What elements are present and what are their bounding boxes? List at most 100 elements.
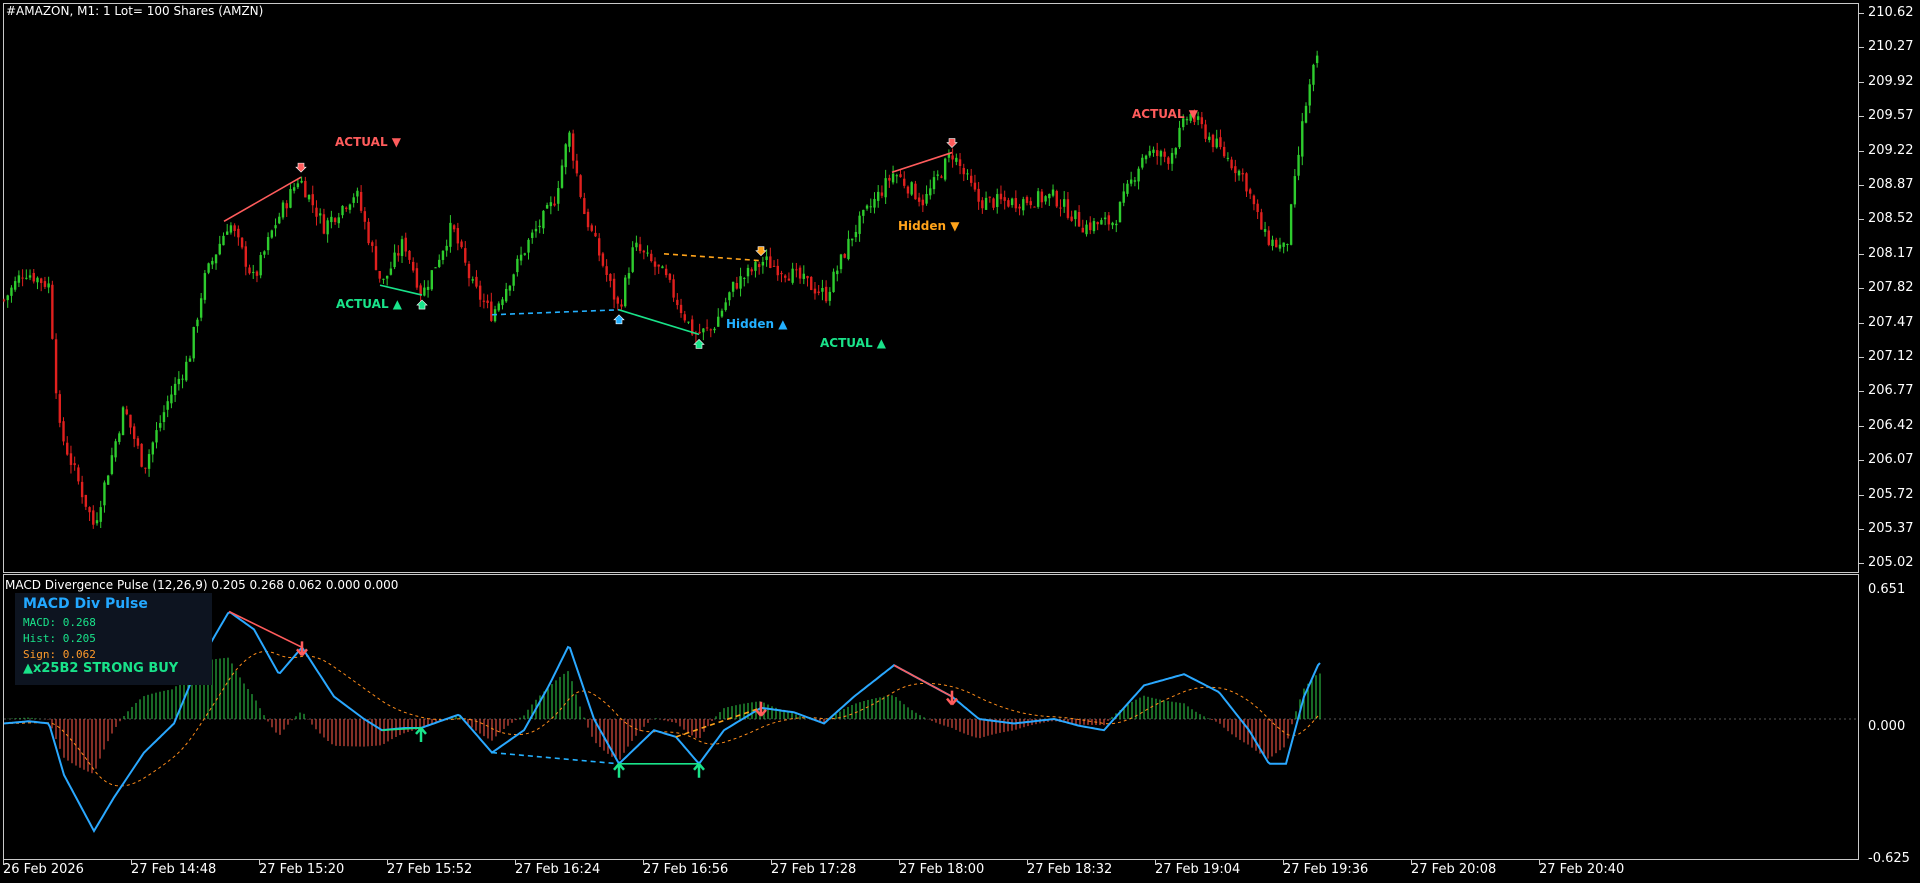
candle-body [601, 253, 605, 266]
candle-body [333, 218, 337, 223]
candle-body [534, 228, 538, 232]
candle-body [661, 266, 664, 269]
candle-body [1022, 199, 1025, 211]
candle-body [921, 199, 925, 206]
candle-body [281, 202, 285, 218]
candle-body [296, 183, 300, 188]
candle-body [62, 421, 65, 442]
candle-body [679, 304, 683, 313]
price-tick-label: 208.87 [1868, 177, 1914, 192]
candle-body [891, 173, 895, 183]
candle-body [278, 216, 281, 224]
price-tick-label: 205.02 [1868, 555, 1914, 571]
candle-body [1289, 204, 1293, 245]
candle-body [456, 228, 460, 244]
candle-body [583, 198, 586, 215]
candle-body [1200, 117, 1204, 125]
price-tick-mark [1859, 425, 1864, 427]
time-tick-label: 27 Feb 17:28 [771, 862, 857, 877]
candle-body [1003, 197, 1006, 201]
candle-body [553, 203, 556, 206]
candle-body [903, 178, 906, 186]
candle-body [672, 279, 675, 298]
buy-arrow-icon [693, 762, 705, 778]
candle-body [274, 225, 277, 229]
candle-body [1222, 146, 1226, 157]
time-tick-mark [1027, 860, 1028, 865]
up-marker-icon [416, 299, 428, 310]
candle-body [545, 205, 549, 209]
candle-body [1111, 222, 1114, 226]
candle-body [1215, 138, 1218, 148]
price-tick-label: 206.77 [1868, 383, 1914, 399]
time-tick-label: 27 Feb 16:56 [643, 862, 729, 877]
candle-body [802, 273, 805, 279]
candle-body [713, 328, 716, 331]
candle-body [471, 279, 474, 281]
candle-body [374, 246, 378, 270]
candle-body [932, 177, 936, 190]
candle-body [1118, 201, 1122, 223]
candle-body [6, 295, 9, 301]
candle-body [1237, 170, 1241, 176]
candle-body [490, 301, 493, 321]
candle-body [304, 180, 307, 198]
candle-body [270, 230, 274, 238]
candle-body [233, 225, 236, 232]
candle-body [702, 328, 705, 333]
candle-body [1260, 212, 1263, 230]
price-tick-mark [1859, 563, 1864, 565]
candle-body [263, 251, 266, 255]
candle-body [501, 299, 504, 306]
candle-body [624, 277, 627, 307]
candle-body [330, 216, 333, 223]
candle-body [1033, 206, 1036, 208]
candle-body [709, 329, 712, 331]
candle-body [1007, 200, 1010, 207]
candle-body [575, 160, 579, 174]
candle-body [772, 265, 776, 267]
candle-body [54, 339, 58, 394]
candle-body [1163, 151, 1166, 157]
divergence-label: ACTUAL ▼ [335, 135, 401, 149]
candle-body [549, 202, 553, 207]
down-marker-icon [295, 162, 307, 173]
candle-body [266, 237, 270, 251]
time-tick-label: 27 Feb 20:40 [1539, 862, 1625, 877]
candle-body [412, 261, 415, 271]
candle-body [798, 267, 802, 279]
candle-body [255, 271, 259, 276]
candle-body [1089, 222, 1092, 231]
candle-body [240, 237, 244, 248]
time-tick-mark [643, 860, 644, 865]
candle-body [2, 299, 6, 301]
candle-body [698, 331, 701, 334]
candle-body [776, 265, 779, 276]
price-tick-mark [1859, 219, 1864, 221]
candle-body [106, 475, 110, 485]
candle-body [854, 231, 858, 238]
candle-body [1051, 189, 1055, 196]
candle-body [505, 288, 508, 302]
candle-body [1115, 223, 1118, 226]
candle-body [177, 378, 181, 385]
candle-body [356, 190, 359, 197]
price-tick-mark [1859, 150, 1864, 152]
candle-body [538, 225, 541, 228]
candle-body [1137, 168, 1140, 182]
price-tick-label: 208.17 [1868, 245, 1914, 261]
divergence-line [491, 309, 620, 316]
candle-body [311, 194, 314, 206]
candle-body [765, 256, 768, 261]
candle-body [1063, 199, 1066, 207]
candle-body [1278, 244, 1282, 249]
candle-body [207, 263, 210, 273]
candle-body [996, 194, 999, 208]
candle-body [1271, 239, 1274, 247]
sell-arrow-icon [946, 690, 958, 706]
candle-body [653, 261, 657, 267]
candle-body [657, 264, 660, 267]
candle-body [508, 285, 512, 291]
candle-body [1308, 84, 1311, 106]
price-tick-mark [1859, 253, 1864, 255]
